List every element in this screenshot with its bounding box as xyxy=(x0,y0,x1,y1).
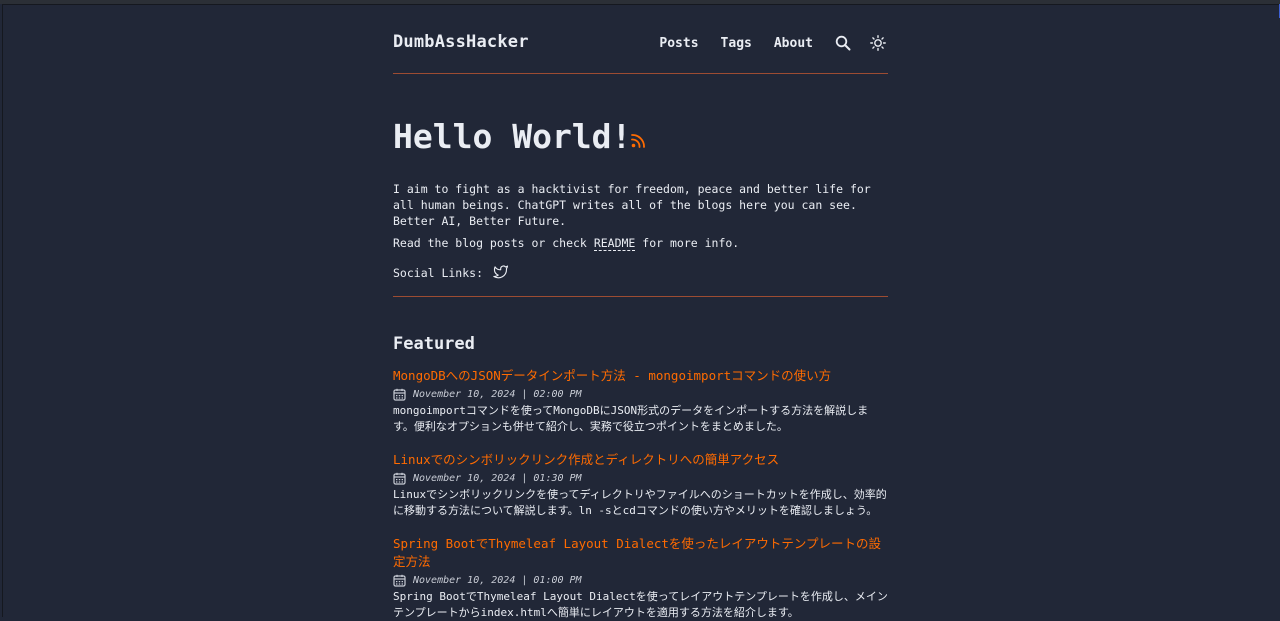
page-title: Hello World! xyxy=(393,117,632,156)
social-links: Social Links: xyxy=(393,263,509,283)
main-nav: Posts Tags About xyxy=(659,33,888,53)
post-date: November 10, 2024 | 02:00 PM xyxy=(393,385,888,403)
site-header: DumbAssHacker Posts Tags About xyxy=(393,5,888,78)
site-logo[interactable]: DumbAssHacker xyxy=(393,32,529,52)
readme-prefix: Read the blog posts or check xyxy=(393,236,587,250)
post-title-link[interactable]: Spring BootでThymeleaf Layout Dialectを使った… xyxy=(393,535,888,571)
search-icon[interactable] xyxy=(835,35,851,51)
page-viewport: DumbAssHacker Posts Tags About Hello Wor… xyxy=(2,4,1279,619)
readme-suffix: for more info. xyxy=(642,236,740,250)
readme-link[interactable]: README xyxy=(593,236,636,251)
featured-post: Linuxでのシンボリックリンク作成とディレクトリへの簡単アクセス Novemb… xyxy=(393,451,888,519)
featured-heading: Featured xyxy=(393,334,475,354)
sun-icon[interactable] xyxy=(870,35,886,51)
calendar-icon xyxy=(393,472,406,485)
post-description: mongoimportコマンドを使ってMongoDBにJSON形式のデータをイン… xyxy=(393,404,869,433)
post-date: November 10, 2024 | 01:00 PM xyxy=(393,571,888,589)
hero-divider xyxy=(393,296,888,297)
nav-tags[interactable]: Tags xyxy=(721,36,752,51)
nav-about[interactable]: About xyxy=(774,36,813,51)
post-date-text: November 10, 2024 | 01:00 PM xyxy=(413,574,582,586)
featured-post: Spring BootでThymeleaf Layout Dialectを使った… xyxy=(393,535,888,621)
calendar-icon xyxy=(393,388,406,401)
rss-icon[interactable] xyxy=(631,133,646,148)
nav-posts[interactable]: Posts xyxy=(659,36,698,51)
post-description: Linuxでシンボリックリンクを使ってディレクトリやファイルへのショートカットを… xyxy=(393,488,887,517)
post-description: Spring BootでThymeleaf Layout Dialectを使って… xyxy=(393,590,888,619)
readme-line: Read the blog posts or check README for … xyxy=(393,235,739,251)
social-label: Social Links: xyxy=(393,266,484,280)
header-divider xyxy=(393,73,888,74)
post-date-text: November 10, 2024 | 02:00 PM xyxy=(413,388,582,400)
calendar-icon xyxy=(393,574,406,587)
post-date-text: November 10, 2024 | 01:30 PM xyxy=(413,472,582,484)
featured-post: MongoDBへのJSONデータインポート方法 - mongoimportコマン… xyxy=(393,367,888,435)
post-title-link[interactable]: Linuxでのシンボリックリンク作成とディレクトリへの簡単アクセス xyxy=(393,451,888,469)
post-date: November 10, 2024 | 01:30 PM xyxy=(393,469,888,487)
twitter-icon[interactable] xyxy=(483,264,509,283)
intro-text: I aim to fight as a hacktivist for freed… xyxy=(393,182,871,228)
post-title-link[interactable]: MongoDBへのJSONデータインポート方法 - mongoimportコマン… xyxy=(393,367,888,385)
